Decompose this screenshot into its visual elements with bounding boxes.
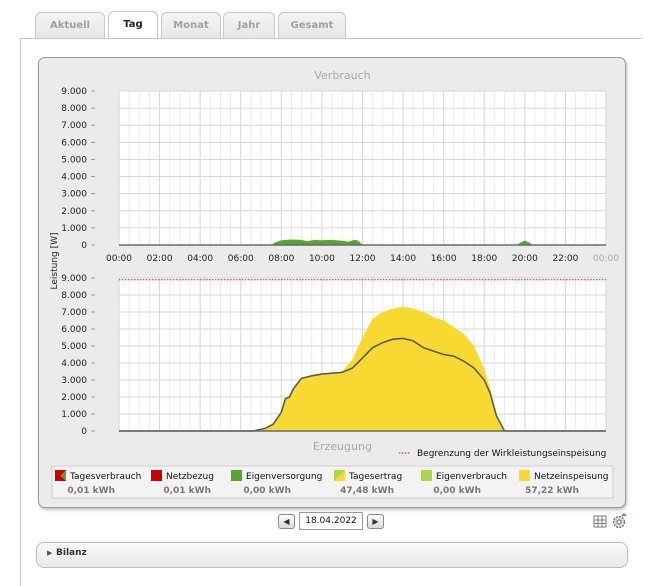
limit-legend-label: Begrenzung der Wirkleistungseinspeisung [417, 449, 606, 459]
legend-label: Eigenverbrauch [436, 472, 507, 482]
tab-jahr[interactable]: Jahr [223, 12, 275, 38]
legend-value: 0,00 kWh [243, 486, 291, 496]
bilanz-section[interactable]: ▶ Bilanz [36, 542, 628, 568]
legend-value: 0,00 kWh [433, 486, 481, 496]
y-tick-label: 6.000 [61, 325, 87, 335]
x-tick-label: 20:00 [512, 254, 538, 264]
legend-value: 0,01 kWh [163, 486, 211, 496]
chart-tools [593, 512, 629, 530]
bilanz-label: Bilanz [56, 548, 87, 558]
y-tick-label: 9.000 [61, 274, 87, 284]
y-tick-label: 7.000 [61, 308, 87, 318]
content-border [20, 38, 21, 586]
y-tick-label: 9.000 [61, 87, 87, 97]
x-tick-label: 14:00 [390, 254, 416, 264]
y-tick-label: 5.000 [61, 342, 87, 352]
legend-label: Eigenversorgung [246, 472, 322, 482]
legend-value: 47,48 kWh [340, 486, 394, 496]
legend-value: 57,22 kWh [525, 486, 579, 496]
x-tick-label: 16:00 [431, 254, 457, 264]
x-tick-label: 10:00 [309, 254, 335, 264]
y-tick-label: 8.000 [61, 291, 87, 301]
legend-label: Tagesverbrauch [69, 472, 141, 482]
y-tick-label: 0 [81, 241, 87, 251]
x-tick-label: 02:00 [147, 254, 173, 264]
y-tick-label: 8.000 [61, 104, 87, 114]
chart-erzeugung: 9.000 8.000 7.000 6.000 5.000 4.000 3.000 2.000… [61, 274, 607, 453]
tab-monat[interactable]: Monat [161, 12, 221, 38]
triangle-right-icon: ▶ [372, 517, 379, 526]
y-tick-label: 5.000 [61, 155, 87, 165]
y-tick-label: 0 [81, 427, 87, 437]
x-tick-label: 00:00 [106, 254, 132, 264]
triangle-left-icon: ◀ [283, 517, 290, 526]
tab-gesamt[interactable]: Gesamt [278, 12, 346, 38]
chart-title: Verbrauch [314, 69, 370, 82]
chart-verbrauch: 9.000 8.000 7.000 6.000 5.000 4.000 3.000 2.000… [50, 69, 619, 290]
legend-swatch [519, 470, 530, 481]
chart-canvas: 9.000 8.000 7.000 6.000 5.000 4.000 3.000 2.000… [50, 69, 619, 499]
y-tick-label: 1.000 [61, 410, 87, 420]
y-tick-label: 3.000 [61, 376, 87, 386]
legend-label: Tagesertrag [348, 472, 402, 482]
y-tick-label: 4.000 [61, 359, 87, 369]
tab-divider [20, 38, 642, 39]
settings-icon[interactable] [612, 513, 628, 529]
x-tick-label: 06:00 [228, 254, 254, 264]
chart-panel: 9.000 8.000 7.000 6.000 5.000 4.000 3.000 2.000… [38, 57, 626, 508]
date-field[interactable]: 18.04.2022 [299, 512, 363, 530]
y-tick-label: 6.000 [61, 138, 87, 148]
table-icon[interactable] [593, 515, 607, 528]
chart-legend: Begrenzung der Wirkleistungseinspeisung T… [51, 449, 614, 499]
y-tick-label: 4.000 [61, 173, 87, 183]
legend-swatch [151, 470, 162, 481]
y-tick-label: 2.000 [61, 207, 87, 217]
x-tick-label: 04:00 [187, 254, 213, 264]
legend-label: Netzeinspeisung [534, 472, 609, 482]
y-axis-label: Leistung [W] [50, 232, 60, 289]
chart-title: Erzeugung [313, 440, 372, 453]
y-tick-label: 7.000 [61, 121, 87, 131]
y-tick-label: 2.000 [61, 393, 87, 403]
y-tick-label: 1.000 [61, 224, 87, 234]
x-tick-label: 18:00 [471, 254, 497, 264]
triangle-right-icon: ▶ [47, 549, 53, 557]
x-tick-label: 00:00 [593, 254, 619, 264]
legend-label: Netzbezug [166, 472, 214, 482]
previous-day-button[interactable]: ◀ [278, 514, 295, 529]
tab-tag[interactable]: Tag [108, 11, 158, 39]
tab-aktuell[interactable]: Aktuell [35, 12, 105, 38]
x-tick-label: 12:00 [350, 254, 376, 264]
x-tick-label: 22:00 [552, 254, 578, 264]
next-day-button[interactable]: ▶ [367, 514, 384, 529]
legend-value: 0,01 kWh [67, 486, 115, 496]
y-tick-label: 3.000 [61, 190, 87, 200]
x-tick-label: 08:00 [268, 254, 294, 264]
legend-swatch [231, 470, 242, 481]
legend-swatch [421, 470, 432, 481]
